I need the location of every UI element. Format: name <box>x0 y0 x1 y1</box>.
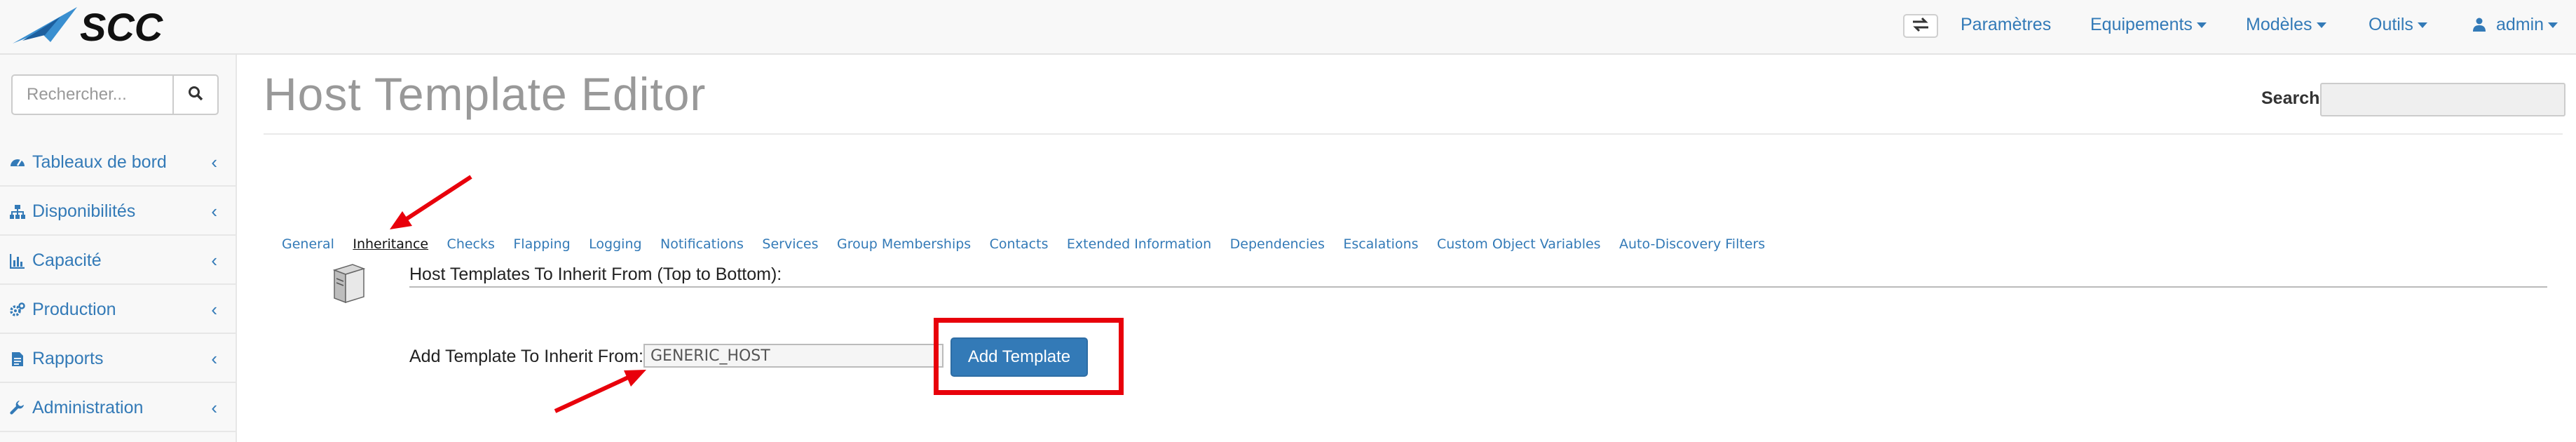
tab-logging[interactable]: Logging <box>589 236 641 252</box>
nav-equipements[interactable]: Equipements <box>2090 13 2207 36</box>
page-title: Host Template Editor <box>264 68 707 120</box>
nav-label: Modèles <box>2246 15 2312 34</box>
scc-logo[interactable]: SCC <box>10 4 199 48</box>
server-icon <box>332 264 366 304</box>
tab-auto-discovery-filters[interactable]: Auto-Discovery Filters <box>1619 236 1765 252</box>
sidebar-item-administration[interactable]: Administration ‹ <box>0 383 237 432</box>
tab-checks[interactable]: Checks <box>447 236 495 252</box>
tab-general[interactable]: General <box>282 236 334 252</box>
tab-notifications[interactable]: Notifications <box>660 236 744 252</box>
template-select[interactable]: GENERIC_HOST <box>643 344 943 368</box>
chevron-left-icon: ‹ <box>211 397 217 418</box>
chevron-left-icon: ‹ <box>211 201 217 222</box>
sidebar-item-disponibilites[interactable]: Disponibilités ‹ <box>0 187 237 236</box>
tab-inheritance[interactable]: Inheritance <box>353 236 428 252</box>
bar-chart-icon <box>9 253 25 269</box>
search-label: Search: <box>2261 88 2326 108</box>
sidebar-item-rapports[interactable]: Rapports ‹ <box>0 334 237 383</box>
add-template-button[interactable]: Add Template <box>950 337 1088 377</box>
search-field[interactable] <box>2320 83 2565 116</box>
title-divider <box>264 133 2563 135</box>
caret-down-icon <box>2417 22 2427 29</box>
sidebar-search: Rechercher... <box>11 74 219 115</box>
nav-modeles[interactable]: Modèles <box>2246 13 2326 36</box>
section-divider <box>409 286 2547 288</box>
sidebar-item-label: Production <box>32 300 116 319</box>
nav-label: Outils <box>2369 15 2413 34</box>
search-placeholder: Rechercher... <box>27 85 127 104</box>
arrow-to-template-select <box>554 370 646 413</box>
sidebar-item-label: Capacité <box>32 250 102 270</box>
search-icon <box>188 86 203 105</box>
tab-group-memberships[interactable]: Group Memberships <box>837 236 971 252</box>
chevron-left-icon: ‹ <box>211 152 217 173</box>
file-icon <box>10 351 25 367</box>
caret-down-icon <box>2316 22 2326 29</box>
tachometer-icon <box>10 155 25 170</box>
search-button[interactable] <box>172 74 219 115</box>
nav-admin[interactable]: admin <box>2473 13 2558 36</box>
top-navbar: SCC Paramètres Equipements Modèles Outil… <box>0 0 2576 55</box>
chevron-left-icon: ‹ <box>211 299 217 320</box>
add-template-label: Add Template To Inherit From: <box>409 347 643 366</box>
tab-contacts[interactable]: Contacts <box>990 236 1049 252</box>
nav-label: admin <box>2495 15 2544 34</box>
chevron-left-icon: ‹ <box>211 348 217 369</box>
tab-dependencies[interactable]: Dependencies <box>1230 236 1325 252</box>
sidebar-item-label: Disponibilités <box>32 201 136 221</box>
sidebar-item-capacite[interactable]: Capacité ‹ <box>0 236 237 285</box>
sidebar-item-label: Administration <box>32 398 144 417</box>
sidebar-item-production[interactable]: Production ‹ <box>0 285 237 334</box>
gears-icon <box>10 302 25 318</box>
search-input[interactable]: Rechercher... <box>11 74 174 115</box>
chevron-left-icon: ‹ <box>211 250 217 271</box>
tab-escalations[interactable]: Escalations <box>1343 236 1418 252</box>
nav-label: Equipements <box>2090 15 2193 34</box>
sidebar-item-label: Rapports <box>32 349 104 368</box>
annotation-arrows <box>390 175 646 413</box>
nav-outils[interactable]: Outils <box>2369 13 2427 36</box>
user-icon <box>2473 15 2496 34</box>
svg-text:SCC: SCC <box>80 5 164 48</box>
sidebar-toggle-button[interactable] <box>1903 14 1938 38</box>
nav-parametres[interactable]: Paramètres <box>1961 13 2051 36</box>
sidebar-item-tableaux-de-bord[interactable]: Tableaux de bord ‹ <box>0 138 237 187</box>
caret-down-icon <box>2548 22 2558 29</box>
tab-flapping[interactable]: Flapping <box>513 236 570 252</box>
nav-label: Paramètres <box>1961 15 2052 34</box>
exchange-icon <box>1911 17 1930 36</box>
caret-down-icon <box>2196 22 2207 29</box>
tab-custom-object-variables[interactable]: Custom Object Variables <box>1437 236 1601 252</box>
sidebar: Rechercher... Tableaux de bord ‹ Disponi… <box>0 55 237 442</box>
editor-tabs: General Inheritance Checks Flapping Logg… <box>282 236 1780 257</box>
wrench-icon <box>10 401 25 416</box>
inherit-section-label: Host Templates To Inherit From (Top to B… <box>409 264 782 284</box>
sidebar-item-label: Tableaux de bord <box>32 152 167 172</box>
tab-extended-information[interactable]: Extended Information <box>1067 236 1211 252</box>
selected-template-value: GENERIC_HOST <box>650 347 770 365</box>
sitemap-icon <box>10 204 25 220</box>
arrow-to-inheritance-tab <box>390 175 472 229</box>
tab-services[interactable]: Services <box>762 236 818 252</box>
